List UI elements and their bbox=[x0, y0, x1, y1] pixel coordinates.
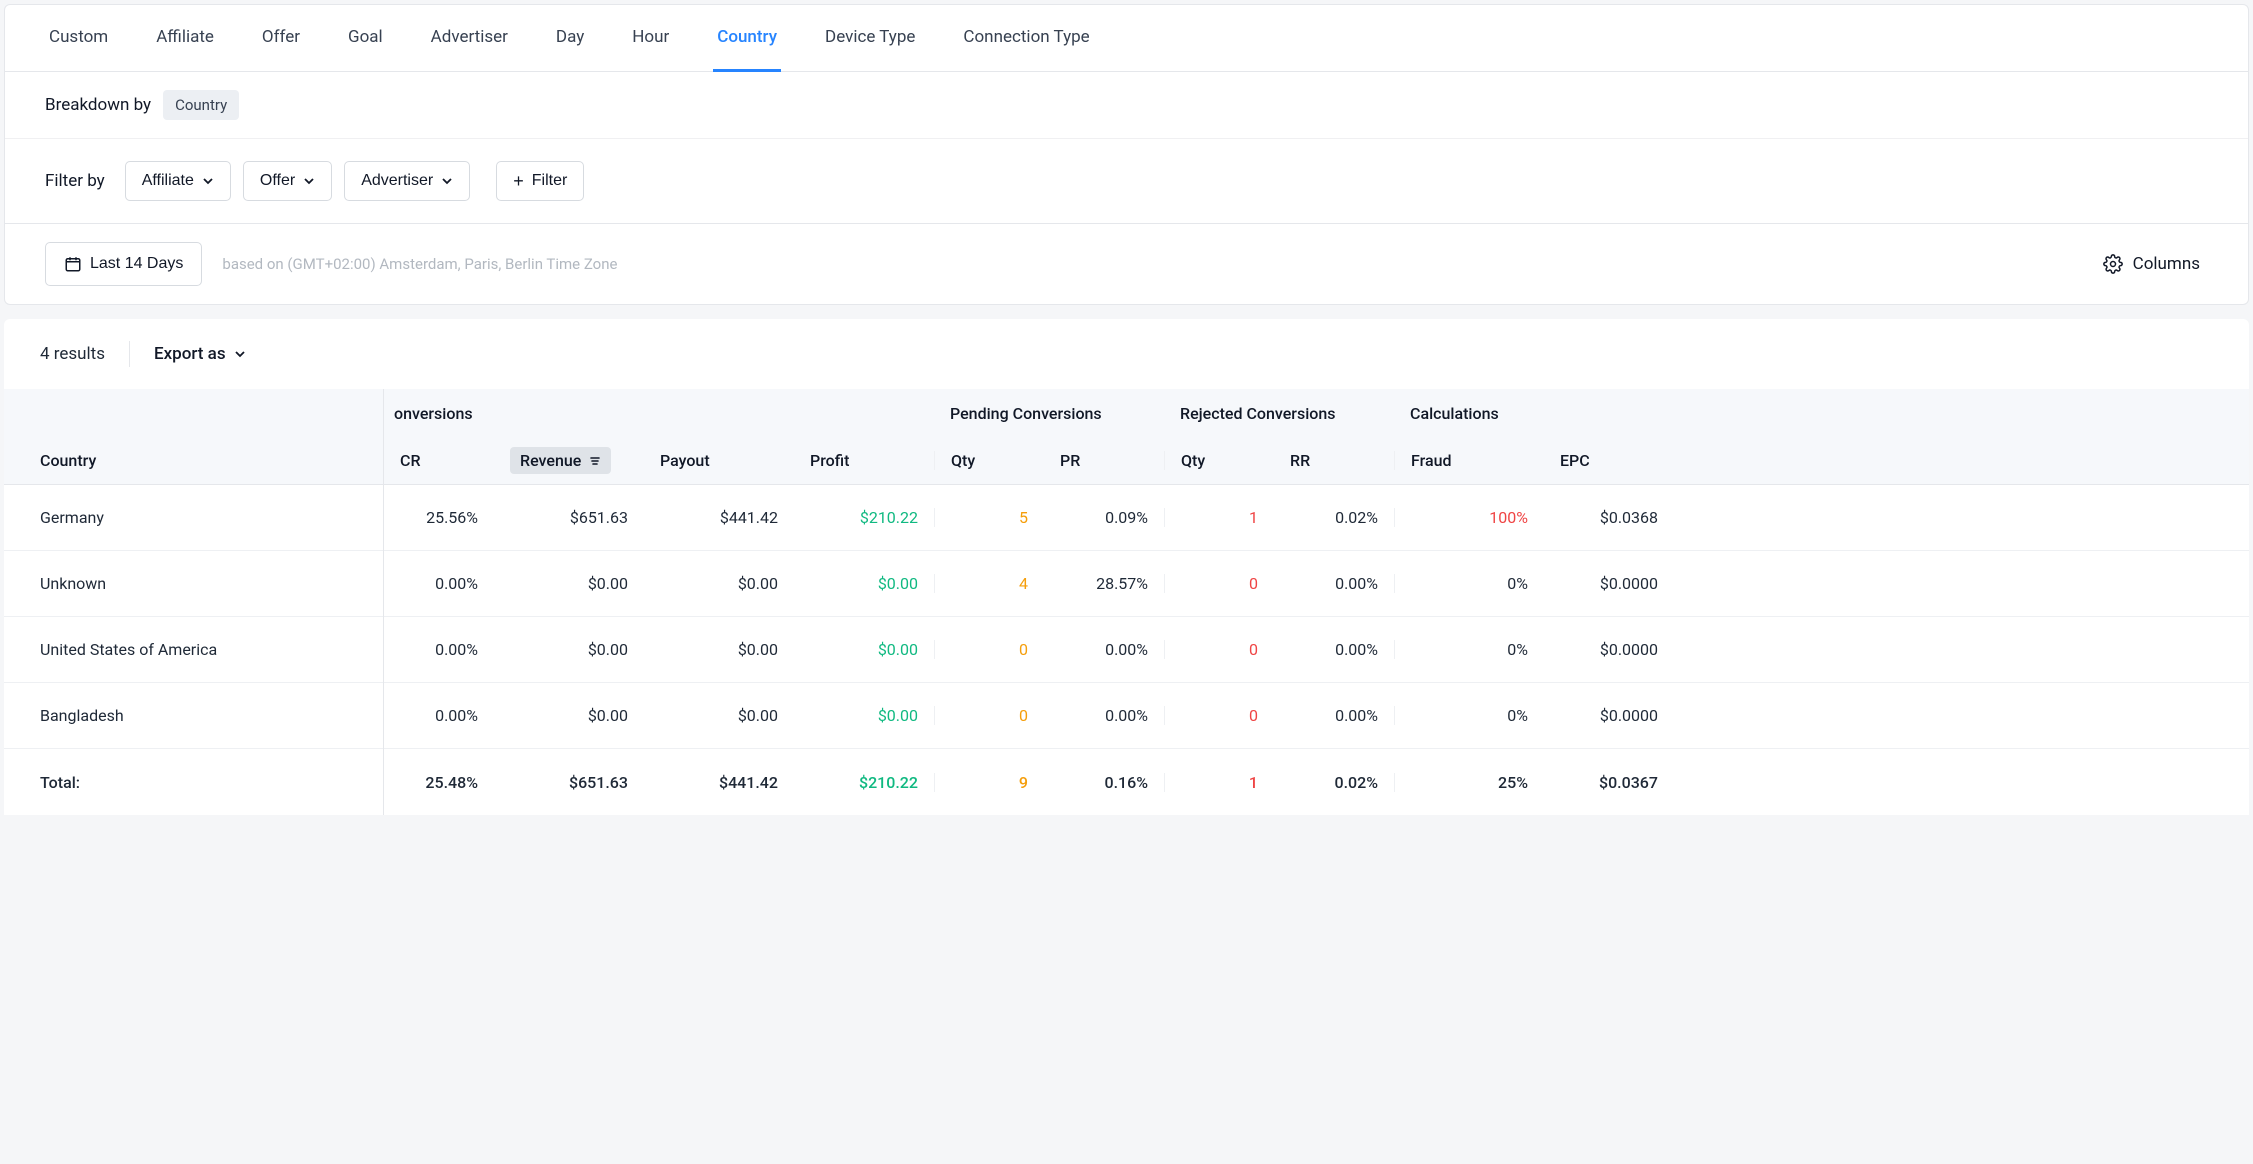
fixed-column: Country Germany Unknown United States of A… bbox=[4, 389, 384, 815]
group-header-calc: Calculations bbox=[1394, 404, 1674, 423]
calendar-icon bbox=[64, 255, 82, 273]
date-range-button[interactable]: Last 14 Days bbox=[45, 242, 202, 286]
column-header-epc[interactable]: EPC bbox=[1544, 451, 1674, 470]
gear-icon bbox=[2103, 254, 2123, 274]
country-cell: Unknown bbox=[4, 574, 142, 593]
add-filter-label: Filter bbox=[532, 172, 568, 190]
column-header-country[interactable]: Country bbox=[4, 437, 132, 485]
timezone-note: based on (GMT+02:00) Amsterdam, Paris, B… bbox=[222, 255, 617, 273]
country-cell: United States of America bbox=[4, 640, 253, 659]
filter-dropdown-advertiser[interactable]: Advertiser bbox=[344, 161, 470, 201]
date-row: Last 14 Days based on (GMT+02:00) Amster… bbox=[5, 224, 2248, 304]
tab-connection-type[interactable]: Connection Type bbox=[959, 5, 1093, 72]
table-row: Germany bbox=[4, 485, 383, 551]
results-bar: 4 results Export as bbox=[4, 319, 2249, 389]
breakdown-chip[interactable]: Country bbox=[163, 90, 239, 120]
divider bbox=[129, 341, 130, 367]
column-header-pending-qty[interactable]: Qty bbox=[934, 451, 1044, 470]
column-header-rr[interactable]: RR bbox=[1274, 451, 1394, 470]
column-header-cr[interactable]: CR bbox=[384, 451, 494, 470]
tab-affiliate[interactable]: Affiliate bbox=[152, 5, 218, 72]
column-header-revenue[interactable]: Revenue bbox=[494, 447, 644, 474]
table-row: Bangladesh bbox=[4, 683, 383, 749]
plus-icon: + bbox=[513, 172, 524, 190]
table-row: 0.00%$0.00$0.00$0.00428.57%00.00%0%$0.00… bbox=[384, 551, 2249, 617]
tab-advertiser[interactable]: Advertiser bbox=[427, 5, 512, 72]
date-range-label: Last 14 Days bbox=[90, 255, 183, 273]
chevron-down-icon bbox=[202, 175, 214, 187]
group-header-pending: Pending Conversions bbox=[934, 404, 1164, 423]
filter-dropdown-offer[interactable]: Offer bbox=[243, 161, 332, 201]
report-panel: Custom Affiliate Offer Goal Advertiser Day Hou… bbox=[4, 4, 2249, 305]
column-header-payout[interactable]: Payout bbox=[644, 451, 794, 470]
country-cell: Bangladesh bbox=[4, 706, 160, 725]
chevron-down-icon bbox=[234, 348, 246, 360]
group-header-approved: onversions bbox=[384, 404, 934, 423]
results-panel: 4 results Export as Country Germany Unkno… bbox=[4, 319, 2249, 815]
tab-country[interactable]: Country bbox=[713, 5, 781, 72]
scroll-columns: onversions Pending Conversions Rejected … bbox=[384, 389, 2249, 815]
tab-hour[interactable]: Hour bbox=[628, 5, 673, 72]
export-label: Export as bbox=[154, 344, 226, 364]
country-cell: Germany bbox=[4, 508, 140, 527]
column-header-profit[interactable]: Profit bbox=[794, 451, 934, 470]
tab-offer[interactable]: Offer bbox=[258, 5, 304, 72]
total-row: 25.48% $651.63 $441.42 $210.22 9 0.16% 1… bbox=[384, 749, 2249, 815]
column-header-rejected-qty[interactable]: Qty bbox=[1164, 451, 1274, 470]
chevron-down-icon bbox=[441, 175, 453, 187]
tab-bar: Custom Affiliate Offer Goal Advertiser Day Hou… bbox=[5, 5, 2248, 72]
tab-device-type[interactable]: Device Type bbox=[821, 5, 919, 72]
column-header-pr[interactable]: PR bbox=[1044, 451, 1164, 470]
filter-row: Filter by Affiliate Offer Advertiser + Fil… bbox=[5, 139, 2248, 224]
group-header-rejected: Rejected Conversions bbox=[1164, 404, 1394, 423]
add-filter-button[interactable]: + Filter bbox=[496, 161, 584, 201]
export-button[interactable]: Export as bbox=[154, 344, 246, 364]
total-label: Total: bbox=[4, 773, 116, 792]
table-row: 0.00%$0.00$0.00$0.0000.00%00.00%0%$0.000… bbox=[384, 617, 2249, 683]
table-row: United States of America bbox=[4, 617, 383, 683]
tab-day[interactable]: Day bbox=[552, 5, 588, 72]
results-count: 4 results bbox=[40, 344, 105, 364]
breakdown-label: Breakdown by bbox=[45, 95, 151, 115]
chevron-down-icon bbox=[303, 175, 315, 187]
table-row: Unknown bbox=[4, 551, 383, 617]
breakdown-row: Breakdown by Country bbox=[5, 72, 2248, 139]
column-header-fraud[interactable]: Fraud bbox=[1394, 451, 1544, 470]
columns-label: Columns bbox=[2133, 254, 2200, 274]
columns-button[interactable]: Columns bbox=[2095, 248, 2208, 280]
tab-goal[interactable]: Goal bbox=[344, 5, 387, 72]
table-row: 25.56%$651.63$441.42$210.2250.09%10.02%1… bbox=[384, 485, 2249, 551]
data-table: Country Germany Unknown United States of A… bbox=[4, 389, 2249, 815]
filter-dropdown-affiliate[interactable]: Affiliate bbox=[125, 161, 231, 201]
filter-by-label: Filter by bbox=[45, 171, 105, 191]
tab-custom[interactable]: Custom bbox=[45, 5, 112, 72]
table-row: 0.00%$0.00$0.00$0.0000.00%00.00%0%$0.000… bbox=[384, 683, 2249, 749]
sort-desc-icon bbox=[589, 455, 601, 467]
